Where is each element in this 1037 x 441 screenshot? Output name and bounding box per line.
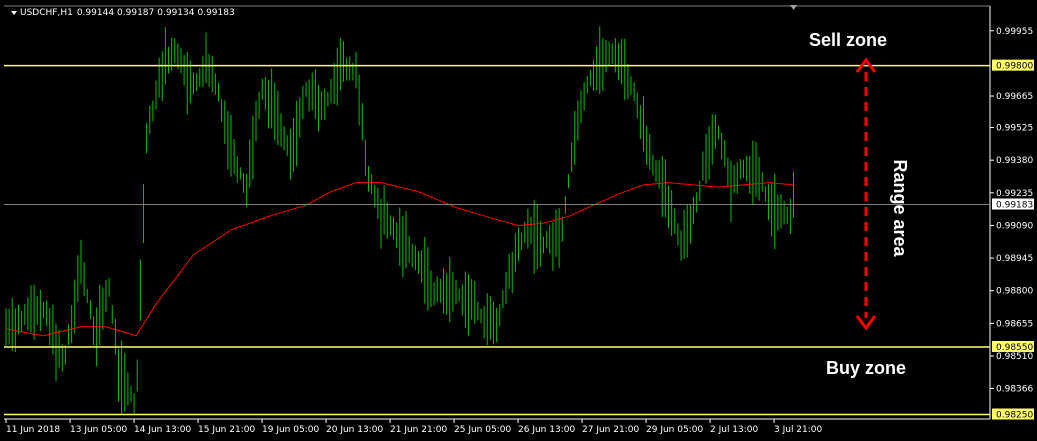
x-tick-label: 3 Jul 21:00 xyxy=(774,425,823,435)
ohlc-high: 0.99187 xyxy=(117,8,154,18)
y-tick-label: 0.99955 xyxy=(996,27,1033,37)
y-tick-label: 0.99380 xyxy=(996,156,1033,166)
x-tick-label: 15 Jun 21:00 xyxy=(198,425,255,435)
y-tick-label: 0.99235 xyxy=(996,189,1033,199)
ohlc-close: 0.99183 xyxy=(197,8,234,18)
sell-zone-label: Sell zone xyxy=(809,30,887,50)
x-tick-label: 14 Jun 13:00 xyxy=(134,425,191,435)
price-tag-label: 0.98250 xyxy=(996,410,1033,420)
y-tick-label: 0.99665 xyxy=(996,92,1033,102)
x-tick-label: 26 Jun 13:00 xyxy=(518,425,575,435)
x-tick-label: 21 Jun 21:00 xyxy=(390,425,447,435)
price-tag-label: 0.99183 xyxy=(996,201,1033,211)
y-tick-label: 0.99525 xyxy=(996,124,1033,134)
x-tick-label: 29 Jun 05:00 xyxy=(646,425,703,435)
price-chart[interactable]: USDCHF,H1 0.99144 0.99187 0.99134 0.99183 Se… xyxy=(0,0,1037,441)
y-tick-label: 0.99090 xyxy=(996,221,1033,231)
chart-header: USDCHF,H1 0.99144 0.99187 0.99134 0.99183 xyxy=(20,8,235,18)
price-tag-label: 0.99800 xyxy=(996,62,1033,72)
y-tick-label: 0.98945 xyxy=(996,254,1033,264)
y-tick-label: 0.98366 xyxy=(996,384,1033,394)
y-tick-label: 0.98510 xyxy=(996,352,1033,362)
x-tick-label: 25 Jun 05:00 xyxy=(454,425,511,435)
y-tick-label: 0.98800 xyxy=(996,287,1033,297)
price-tag-label: 0.98550 xyxy=(996,343,1033,353)
buy-zone-label: Buy zone xyxy=(826,358,906,378)
x-tick-label: 2 Jul 13:00 xyxy=(710,425,759,435)
x-tick-label: 11 Jun 2018 xyxy=(6,425,60,435)
ohlc-open: 0.99144 xyxy=(77,8,114,18)
x-tick-label: 27 Jun 21:00 xyxy=(582,425,639,435)
x-tick-label: 20 Jun 13:00 xyxy=(326,425,383,435)
range-area-label: Range area xyxy=(890,159,910,257)
y-tick-label: 0.98655 xyxy=(996,319,1033,329)
ohlc-low: 0.99134 xyxy=(157,8,194,18)
symbol-label: USDCHF,H1 xyxy=(20,8,73,18)
x-tick-label: 13 Jun 05:00 xyxy=(70,425,127,435)
x-tick-label: 19 Jun 05:00 xyxy=(262,425,319,435)
